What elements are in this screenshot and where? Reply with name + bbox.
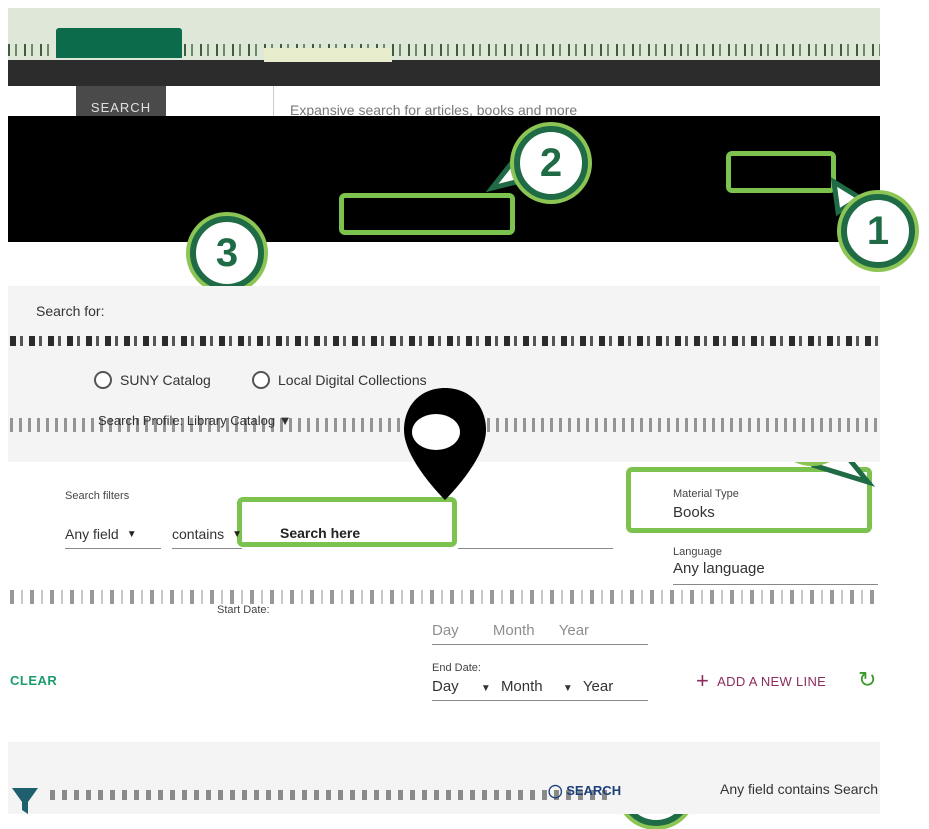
reset-icon[interactable]: ↻: [858, 667, 876, 693]
search-scope-radio-row[interactable]: [10, 336, 880, 346]
end-date-fields[interactable]: Day ▼ Month ▼ Year: [432, 678, 613, 695]
search-input[interactable]: Expansive search for articles, books and…: [273, 86, 873, 118]
language-label: Language: [673, 546, 722, 558]
radio-circle-icon[interactable]: [252, 371, 270, 389]
chevron-down-icon: ▼: [126, 528, 137, 540]
end-day-select[interactable]: Day: [432, 678, 459, 695]
field-underline: [65, 548, 161, 549]
callout-badge-3: 3: [190, 216, 264, 290]
search-for-label: Search for:: [36, 303, 105, 319]
start-day-select[interactable]: Day: [432, 622, 459, 639]
material-type-label: Material Type: [673, 488, 739, 500]
language-underline: [673, 584, 878, 585]
end-year-select[interactable]: Year: [583, 678, 613, 695]
language-select[interactable]: Language Any language: [673, 546, 765, 577]
end-date-underline: [432, 700, 648, 701]
second-search-line[interactable]: [10, 590, 880, 604]
location-pin-icon: [404, 388, 486, 500]
add-new-line-button[interactable]: + ADD A NEW LINE: [696, 670, 826, 692]
start-date-underline: [432, 644, 648, 645]
start-date-label: Start Date:: [217, 604, 270, 616]
chevron-down-icon: ▼: [232, 528, 243, 540]
page: SEARCH Expansive search for articles, bo…: [0, 0, 929, 829]
clear-button[interactable]: CLEAR: [10, 673, 57, 688]
nav-tab-active[interactable]: [56, 28, 182, 58]
search-bar-row: SEARCH Expansive search for articles, bo…: [8, 86, 880, 118]
query-underline: [458, 548, 613, 549]
chevron-down-icon: ▼: [480, 683, 491, 694]
search-filters-label: Search filters: [65, 490, 130, 502]
field-select-value: Any field: [65, 526, 119, 542]
field-select[interactable]: Any field ▼: [65, 526, 137, 542]
bottom-search-summary-bar: [8, 742, 880, 814]
material-type-value: Books: [673, 504, 715, 521]
bottom-search-label: SEARCH: [566, 783, 622, 798]
bottom-search-button[interactable]: ◯ SEARCH: [548, 783, 621, 799]
search-scope-button[interactable]: SEARCH: [76, 86, 166, 118]
operator-underline: [172, 548, 242, 549]
search-summary-text: Any field contains Search: [720, 781, 878, 797]
chevron-down-icon: ▼: [278, 413, 292, 428]
search-profile-value: Library Catalog: [186, 413, 276, 428]
radio-suny-catalog[interactable]: SUNY Catalog: [94, 371, 211, 389]
start-year-select[interactable]: Year: [559, 622, 589, 639]
plus-icon: +: [696, 668, 710, 693]
callout-box-2: [339, 193, 515, 235]
start-date-fields[interactable]: Day Month Year: [432, 622, 589, 639]
end-month-select[interactable]: Month: [501, 678, 543, 695]
callout-badge-2: 2: [514, 126, 588, 200]
callout-box-1: [726, 151, 836, 193]
operator-select-value: contains: [172, 526, 225, 542]
operator-select[interactable]: contains ▼: [172, 526, 242, 542]
add-new-line-label: ADD A NEW LINE: [717, 673, 827, 689]
search-profile-label: Search Profile:: [98, 413, 184, 428]
chevron-down-icon: ▼: [562, 683, 573, 694]
radio-circle-icon[interactable]: [94, 371, 112, 389]
callout-box-4: [626, 467, 872, 533]
search-profile-select[interactable]: Search Profile: Library Catalog ▼: [98, 413, 292, 428]
filter-icon[interactable]: [10, 784, 40, 818]
top-nav-bar: [8, 8, 880, 86]
material-type-select[interactable]: Material Type Books: [673, 488, 739, 521]
callout-badge-1: 1: [841, 194, 915, 268]
language-value: Any language: [673, 560, 765, 577]
start-month-select[interactable]: Month: [493, 622, 535, 639]
end-date-label: End Date:: [432, 662, 481, 674]
bottom-summary-noise: [50, 790, 610, 800]
query-input[interactable]: Search here: [280, 525, 360, 541]
search-icon: ◯: [548, 783, 563, 798]
nav-tab-highlight[interactable]: [264, 48, 392, 62]
radio-label: SUNY Catalog: [120, 372, 211, 388]
